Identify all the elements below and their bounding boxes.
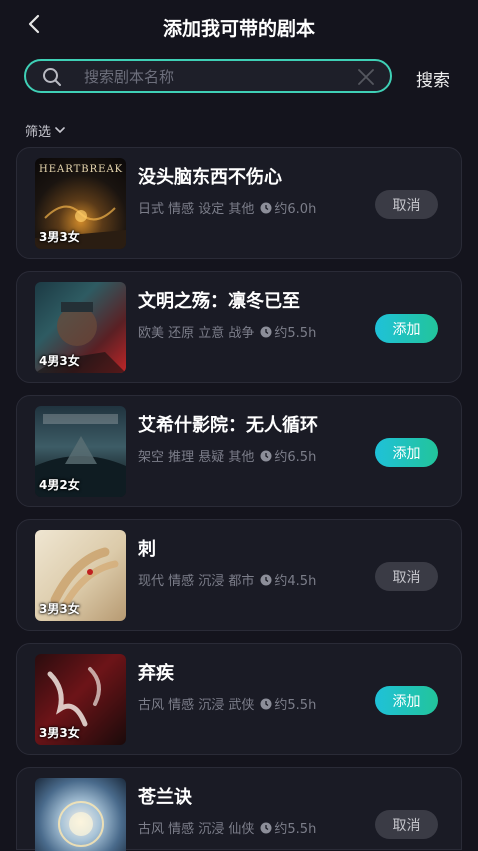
- script-card[interactable]: 4男2女 艾希什影院：无人循环 架空 推理 悬疑 其他 约6.5h 添加: [16, 395, 462, 507]
- cast-badge: 3男3女: [39, 230, 80, 244]
- chevron-down-icon: [51, 123, 65, 138]
- script-name: 没头脑东西不伤心: [138, 167, 282, 188]
- clear-icon[interactable]: [358, 69, 374, 85]
- add-button[interactable]: 添加: [375, 314, 438, 343]
- script-cover-image[interactable]: HEARTBREAK 3男3女: [35, 158, 126, 249]
- script-card[interactable]: 苍兰诀 古风 情感 沉浸 仙侠 约5.5h 取消: [16, 767, 462, 851]
- script-name: 文明之殇：凛冬已至: [138, 291, 300, 312]
- search-icon: [42, 67, 62, 87]
- script-duration: 约5.5h: [274, 326, 317, 341]
- search-bar[interactable]: [24, 59, 392, 93]
- script-card[interactable]: 4男3女 文明之殇：凛冬已至 欧美 还原 立意 战争 约5.5h 添加: [16, 271, 462, 383]
- cast-badge: 3男3女: [39, 602, 80, 616]
- filter-dropdown[interactable]: 筛选: [25, 121, 65, 140]
- search-button[interactable]: 搜索: [416, 66, 450, 91]
- script-card[interactable]: 3男3女 刺 现代 情感 沉浸 都市 约4.5h 取消: [16, 519, 462, 631]
- script-tags: 古风 情感 沉浸 武侠: [138, 698, 255, 713]
- page-title: 添加我可带的剧本: [162, 18, 315, 40]
- script-duration: 约4.5h: [274, 574, 317, 589]
- script-meta: 古风 情感 沉浸 仙侠 约5.5h: [138, 818, 316, 837]
- search-input[interactable]: [82, 65, 356, 89]
- script-meta: 日式 情感 设定 其他 约6.0h: [138, 198, 316, 217]
- script-meta: 古风 情感 沉浸 武侠 约5.5h: [138, 694, 316, 713]
- script-name: 弃疾: [138, 663, 174, 684]
- script-duration: 约6.5h: [274, 450, 317, 465]
- cast-badge: 4男3女: [39, 354, 80, 368]
- add-button[interactable]: 添加: [375, 438, 438, 467]
- cancel-button[interactable]: 取消: [375, 810, 438, 839]
- script-duration: 约5.5h: [274, 822, 317, 837]
- clock-icon: [260, 698, 272, 710]
- cancel-button[interactable]: 取消: [375, 190, 438, 219]
- filter-label: 筛选: [25, 125, 52, 140]
- script-duration: 约6.0h: [274, 202, 317, 217]
- script-name: 刺: [138, 539, 156, 560]
- clock-icon: [260, 326, 272, 338]
- cancel-button[interactable]: 取消: [375, 562, 438, 591]
- clock-icon: [260, 202, 272, 214]
- script-tags: 日式 情感 设定 其他: [138, 202, 255, 217]
- header: 添加我可带的剧本: [0, 0, 478, 52]
- script-duration: 约5.5h: [274, 698, 317, 713]
- script-name: 苍兰诀: [138, 787, 192, 808]
- script-cover-image[interactable]: [35, 778, 126, 851]
- add-button[interactable]: 添加: [375, 686, 438, 715]
- script-tags: 架空 推理 悬疑 其他: [138, 450, 255, 465]
- cover-title-text: HEARTBREAK: [39, 164, 124, 175]
- script-meta: 现代 情感 沉浸 都市 约4.5h: [138, 570, 316, 589]
- script-meta: 架空 推理 悬疑 其他 约6.5h: [138, 446, 316, 465]
- script-card[interactable]: HEARTBREAK 3男3女 没头脑东西不伤心 日式 情感 设定 其他 约6.…: [16, 147, 462, 259]
- script-cover-image[interactable]: 4男3女: [35, 282, 126, 373]
- clock-icon: [260, 450, 272, 462]
- clock-icon: [260, 822, 272, 834]
- script-cover-image[interactable]: 4男2女: [35, 406, 126, 497]
- script-tags: 古风 情感 沉浸 仙侠: [138, 822, 255, 837]
- cast-badge: 4男2女: [39, 478, 80, 492]
- clock-icon: [260, 574, 272, 586]
- script-cover-image[interactable]: 3男3女: [35, 654, 126, 745]
- script-cover-image[interactable]: 3男3女: [35, 530, 126, 621]
- cast-badge: 3男3女: [39, 726, 80, 740]
- script-meta: 欧美 还原 立意 战争 约5.5h: [138, 322, 316, 341]
- script-tags: 现代 情感 沉浸 都市: [138, 574, 255, 589]
- script-card[interactable]: 3男3女 弃疾 古风 情感 沉浸 武侠 约5.5h 添加: [16, 643, 462, 755]
- script-name: 艾希什影院：无人循环: [138, 415, 318, 436]
- script-tags: 欧美 还原 立意 战争: [138, 326, 255, 341]
